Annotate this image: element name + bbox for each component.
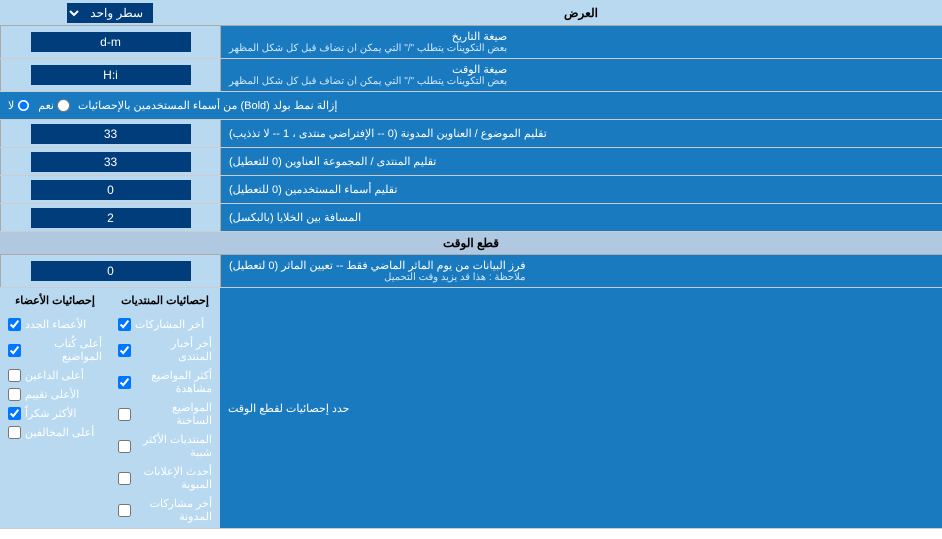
- time-cut-label: فرز البيانات من يوم الماثر الماضي فقط --…: [220, 255, 942, 287]
- checkbox-members-5[interactable]: [8, 407, 21, 420]
- cells-gap-input-cell: [0, 204, 220, 231]
- checkbox-item-4: المواضيع الساخنة: [114, 400, 216, 428]
- header-label: العرض: [220, 6, 942, 20]
- members-stats-header: إحصائيات الأعضاء: [4, 292, 106, 309]
- time-format-input-cell: [0, 59, 220, 91]
- bold-row: إزالة نمط بولد (Bold) من أسماء المستخدمي…: [0, 92, 942, 120]
- time-format-input[interactable]: [31, 65, 191, 85]
- checkbox-member-2: أعلى كُتاب المواضيع: [4, 336, 106, 364]
- checkbox-member-1: الأعضاء الجدد: [4, 317, 106, 332]
- checkbox-item-6: أحدث الإعلانات المبوبة: [114, 464, 216, 492]
- usernames-trim-input-cell: [0, 176, 220, 203]
- topics-order-input[interactable]: [31, 124, 191, 144]
- topics-order-row: تقليم الموضوع / العناوين المدونة (0 -- ا…: [0, 120, 942, 148]
- usernames-trim-row: تقليم أسماء المستخدمين (0 للتعطيل): [0, 176, 942, 204]
- time-cut-input[interactable]: [31, 261, 191, 281]
- checkbox-item-5: المنتديات الأكثر شببة: [114, 432, 216, 460]
- stats-label: حدد إحصائيات لقطع الوقت: [220, 288, 942, 528]
- checkbox-members-6[interactable]: [8, 426, 21, 439]
- forums-stats-header: إحصائيات المنتديات: [114, 292, 216, 309]
- checkbox-item-7: أخر مشاركات المدونة: [114, 496, 216, 524]
- date-format-label: صيغة التاريخ بعض التكوينات يتطلب "/" الت…: [220, 26, 942, 58]
- date-format-input[interactable]: [31, 32, 191, 52]
- checkbox-forums-7[interactable]: [118, 504, 131, 517]
- checkbox-member-6: أعلى المخالفين: [4, 425, 106, 440]
- date-format-input-cell: [0, 26, 220, 58]
- checkbox-item-2: أخر أخبار المنتدى: [114, 336, 216, 364]
- cells-gap-input[interactable]: [31, 208, 191, 228]
- forum-order-row: تقليم المنتدى / المجموعة العناوين (0 للت…: [0, 148, 942, 176]
- time-format-label: صيغة الوقت بعض التكوينات يتطلب "/" التي …: [220, 59, 942, 91]
- checkbox-forums-5[interactable]: [118, 440, 131, 453]
- stats-row: حدد إحصائيات لقطع الوقت إحصائيات المنتدي…: [0, 288, 942, 529]
- topics-order-input-cell: [0, 120, 220, 147]
- display-select-cell[interactable]: سطر واحد سطرين ثلاثة أسطر: [0, 1, 220, 25]
- checkbox-members-3[interactable]: [8, 369, 21, 382]
- checkbox-forums-6[interactable]: [118, 472, 131, 485]
- bold-yes-label[interactable]: نعم: [38, 99, 70, 112]
- bold-no-label[interactable]: لا: [8, 99, 30, 112]
- forum-order-label: تقليم المنتدى / المجموعة العناوين (0 للت…: [220, 148, 942, 175]
- checkbox-item-3: أكثر المواضيع مشاهدة: [114, 368, 216, 396]
- time-section-header: قطع الوقت: [0, 232, 942, 255]
- topics-order-label: تقليم الموضوع / العناوين المدونة (0 -- ا…: [220, 120, 942, 147]
- usernames-trim-input[interactable]: [31, 180, 191, 200]
- checkbox-member-5: الأكثر شكراً: [4, 406, 106, 421]
- bold-no-radio[interactable]: [17, 99, 30, 112]
- checkbox-member-4: الأعلى تقييم: [4, 387, 106, 402]
- members-stats-col: إحصائيات الأعضاء الأعضاء الجدد أعلى كُتا…: [4, 292, 106, 524]
- forums-stats-col: إحصائيات المنتديات أخر المشاركات أخر أخب…: [114, 292, 216, 524]
- cells-gap-label: المسافة بين الخلايا (بالبكسل): [220, 204, 942, 231]
- bold-label-cell: إزالة نمط بولد (Bold) من أسماء المستخدمي…: [0, 92, 942, 119]
- time-format-row: صيغة الوقت بعض التكوينات يتطلب "/" التي …: [0, 59, 942, 92]
- date-format-row: صيغة التاريخ بعض التكوينات يتطلب "/" الت…: [0, 26, 942, 59]
- checkbox-member-3: أعلى الداعين: [4, 368, 106, 383]
- bold-yes-radio[interactable]: [57, 99, 70, 112]
- checkbox-members-2[interactable]: [8, 344, 21, 357]
- checkbox-members-4[interactable]: [8, 388, 21, 401]
- usernames-trim-label: تقليم أسماء المستخدمين (0 للتعطيل): [220, 176, 942, 203]
- checkbox-item-1: أخر المشاركات: [114, 317, 216, 332]
- checkbox-forums-3[interactable]: [118, 376, 131, 389]
- time-cut-row: فرز البيانات من يوم الماثر الماضي فقط --…: [0, 255, 942, 288]
- time-cut-input-cell: [0, 255, 220, 287]
- forum-order-input[interactable]: [31, 152, 191, 172]
- display-select[interactable]: سطر واحد سطرين ثلاثة أسطر: [67, 3, 153, 23]
- checkboxes-columns: إحصائيات المنتديات أخر المشاركات أخر أخب…: [4, 292, 216, 524]
- checkbox-forums-1[interactable]: [118, 318, 131, 331]
- checkbox-forums-4[interactable]: [118, 408, 131, 421]
- header-row: العرض سطر واحد سطرين ثلاثة أسطر: [0, 0, 942, 26]
- checkbox-members-1[interactable]: [8, 318, 21, 331]
- cells-gap-row: المسافة بين الخلايا (بالبكسل): [0, 204, 942, 232]
- checkbox-forums-2[interactable]: [118, 344, 131, 357]
- forum-order-input-cell: [0, 148, 220, 175]
- checkboxes-container: إحصائيات المنتديات أخر المشاركات أخر أخب…: [0, 288, 220, 528]
